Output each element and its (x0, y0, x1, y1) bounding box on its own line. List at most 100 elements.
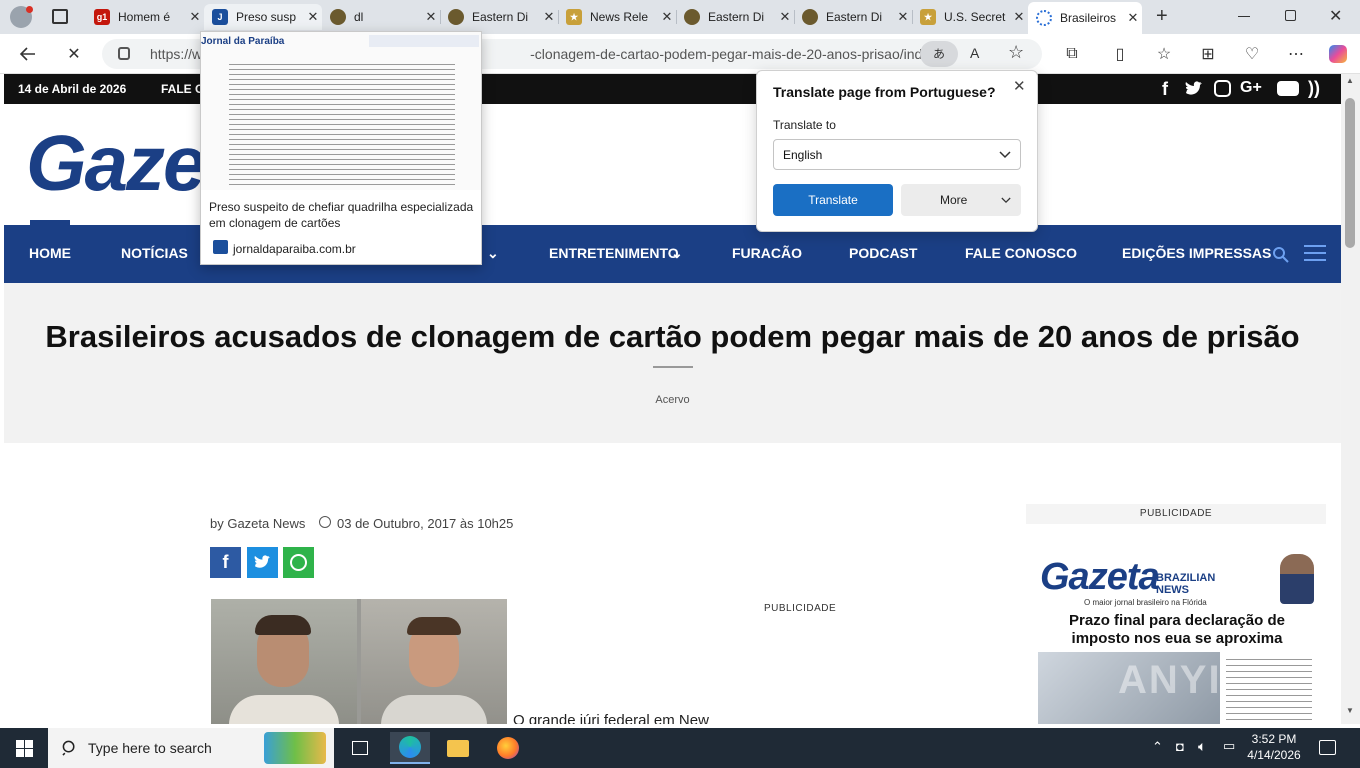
meet-now-icon[interactable]: ◘ (1176, 739, 1184, 754)
preview-title: Preso suspeito de chefiar quadrilha espe… (209, 200, 474, 230)
volume-icon[interactable]: 🔈︎ (1198, 738, 1206, 755)
restore-window-icon[interactable] (1285, 10, 1296, 21)
sidebar-ad[interactable]: Gazeta BRAZILIAN NEWS O maior jornal bra… (1034, 552, 1318, 724)
translate-page-icon[interactable]: あ (920, 41, 958, 67)
menu-home[interactable]: HOME (29, 245, 71, 261)
article-hero: Brasileiros acusados de clonagem de cart… (4, 283, 1341, 443)
clock-date: 4/14/2026 (1247, 748, 1301, 762)
firefox-icon[interactable] (488, 732, 528, 764)
close-tab-icon[interactable]: ✕ (186, 9, 204, 25)
rss-icon[interactable]: )) (1308, 78, 1320, 99)
translate-popup: Translate page from Portuguese? ✕ Transl… (756, 70, 1038, 232)
stop-loading-icon[interactable]: ✕ (60, 40, 88, 68)
minimize-window-icon[interactable] (1238, 16, 1250, 17)
more-button-label: More (940, 193, 968, 207)
tab-preso-suspeito[interactable]: J Preso susp ✕ (204, 4, 322, 30)
favorites-icon[interactable]: ☆ (1150, 40, 1178, 68)
site-logo[interactable]: Gazet (26, 118, 230, 209)
hamburger-menu-icon[interactable] (1304, 245, 1326, 261)
tab-news-releases[interactable]: ★ News Rele ✕ (558, 4, 676, 30)
doj-seal-icon (684, 9, 700, 25)
tab-dl[interactable]: dl ✕ (322, 4, 440, 30)
copilot-icon[interactable] (1324, 40, 1352, 68)
taskbar-search-box[interactable]: Type here to search (48, 728, 334, 768)
back-arrow-icon[interactable] (14, 40, 42, 68)
close-icon[interactable]: ✕ (1013, 77, 1026, 95)
share-facebook-button[interactable]: f (210, 547, 241, 578)
chevron-down-icon: ⌄ (671, 245, 683, 261)
collections-icon[interactable]: ⊞ (1194, 40, 1222, 68)
jornal-favicon-icon: J (212, 9, 228, 25)
tab-brasileiros-active[interactable]: Brasileiros ✕ (1028, 2, 1142, 34)
new-tab-icon[interactable]: + (1156, 5, 1168, 28)
close-tab-icon[interactable]: ✕ (776, 9, 794, 25)
search-icon (62, 740, 75, 756)
doj-seal-icon (448, 9, 464, 25)
close-tab-icon[interactable]: ✕ (540, 9, 558, 25)
edge-taskbar-icon[interactable] (390, 732, 430, 764)
language-select[interactable]: English (773, 139, 1021, 170)
split-screen-icon[interactable]: ▯ (1106, 40, 1134, 68)
menu-podcast[interactable]: PODCAST (849, 245, 917, 261)
scroll-thumb[interactable] (1345, 98, 1355, 248)
tab-eastern-district-3[interactable]: Eastern Di ✕ (794, 4, 912, 30)
close-tab-icon[interactable]: ✕ (658, 9, 676, 25)
translate-button[interactable]: Translate (773, 184, 893, 216)
favorite-star-icon[interactable]: ☆ (1008, 42, 1024, 63)
menu-fale-conosco[interactable]: FALE CONOSCO (965, 245, 1077, 261)
close-tab-icon[interactable]: ✕ (1010, 9, 1028, 25)
sidebar-ad-label: PUBLICIDADE (1026, 504, 1326, 524)
google-plus-icon[interactable]: G+ (1240, 79, 1262, 97)
photo-credit: Acervo (655, 394, 690, 406)
performance-icon[interactable]: ♡ (1238, 40, 1266, 68)
scroll-down-arrow-icon[interactable]: ▼ (1346, 706, 1354, 715)
star-badge-icon: ★ (920, 9, 936, 25)
mugshot-right (361, 599, 507, 724)
close-window-icon[interactable]: ✕ (1329, 6, 1342, 26)
tab-eastern-district-2[interactable]: Eastern Di ✕ (676, 4, 794, 30)
youtube-icon[interactable] (1277, 81, 1299, 96)
share-whatsapp-button[interactable] (283, 547, 314, 578)
file-explorer-icon[interactable] (438, 732, 478, 764)
close-tab-icon[interactable]: ✕ (304, 9, 322, 25)
ad-person-photo (1280, 554, 1314, 604)
task-view-icon[interactable] (340, 732, 380, 764)
facebook-icon[interactable]: f (1162, 79, 1168, 100)
search-icon[interactable] (1272, 246, 1289, 263)
more-button[interactable]: More (901, 184, 1021, 216)
start-windows-icon[interactable] (4, 732, 44, 764)
chevron-down-icon (999, 151, 1011, 159)
preview-site-favicon-icon (213, 240, 228, 254)
page-scrollbar[interactable]: ▲ ▼ (1341, 74, 1360, 724)
tab-actions-icon[interactable] (52, 9, 68, 24)
extensions-icon[interactable]: ⧉ (1058, 40, 1086, 68)
windows-taskbar: Type here to search ⌃ ◘ 🔈︎ ▭ 3:52 PM 4/1… (0, 728, 1360, 768)
menu-entretenimento[interactable]: ENTRETENIMENTO (549, 245, 679, 261)
share-twitter-button[interactable] (247, 547, 278, 578)
settings-more-icon[interactable]: ⋯ (1282, 40, 1310, 68)
scroll-up-arrow-icon[interactable]: ▲ (1346, 76, 1354, 85)
notifications-icon[interactable] (1319, 740, 1336, 755)
preview-thumb-brand: Jornal da Paraíba (201, 36, 285, 47)
menu-furacao[interactable]: FURACÃO (732, 245, 802, 261)
tab-eastern-district-1[interactable]: Eastern Di ✕ (440, 4, 558, 30)
read-aloud-icon[interactable]: A (970, 45, 979, 61)
article-content: by Gazeta News 03 de Outubro, 2017 às 10… (4, 443, 1341, 724)
close-tab-icon[interactable]: ✕ (894, 9, 912, 25)
top-contact-link[interactable]: FALE C (161, 82, 204, 96)
instagram-icon[interactable] (1214, 80, 1231, 97)
tab-us-secret-service[interactable]: ★ U.S. Secret ✕ (912, 4, 1028, 30)
menu-edicoes-impressas[interactable]: EDIÇÕES IMPRESSAS (1122, 245, 1271, 261)
menu-noticias[interactable]: NOTÍCIAS (121, 245, 188, 261)
language-select-value: English (783, 148, 823, 162)
close-tab-icon[interactable]: ✕ (422, 9, 440, 25)
taskbar-clock[interactable]: 3:52 PM 4/14/2026 (1246, 731, 1302, 763)
tab-hover-preview[interactable]: Jornal da Paraíba Preso suspeito de chef… (200, 31, 482, 265)
close-tab-icon[interactable]: ✕ (1124, 10, 1142, 26)
twitter-icon[interactable] (1184, 80, 1204, 97)
ad-column-text (1226, 654, 1312, 722)
system-tray-chevron-icon[interactable]: ⌃ (1152, 739, 1163, 755)
network-icon[interactable]: ▭ (1223, 738, 1235, 754)
search-puzzle-graphic (264, 732, 326, 764)
tab-g1[interactable]: g1 Homem é ✕ (86, 4, 204, 30)
